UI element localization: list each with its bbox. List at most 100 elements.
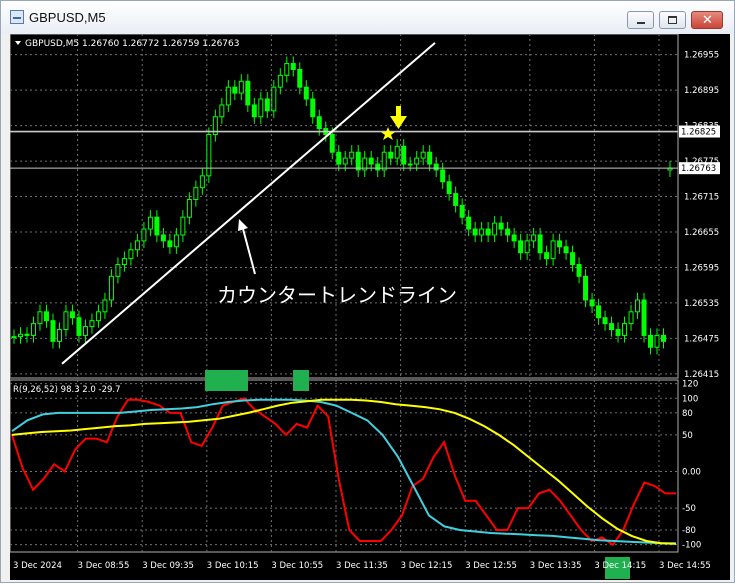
candle-body — [30, 323, 36, 336]
candle-body — [609, 323, 615, 331]
candle — [108, 269, 114, 308]
candle — [63, 304, 69, 337]
candle — [173, 227, 179, 254]
candle — [56, 322, 62, 349]
candle-body — [661, 334, 667, 342]
candle-body — [186, 198, 192, 218]
candle-body — [628, 311, 634, 325]
candle — [102, 292, 108, 319]
candle — [303, 80, 309, 107]
candle-body — [407, 163, 413, 166]
maximize-button[interactable] — [659, 11, 686, 29]
green-marker-block — [205, 370, 248, 391]
price-chart[interactable]: 1.268251.26763 3 Dec 2024 3 Dec 08:55 3 De… — [9, 33, 730, 580]
candle-body — [576, 264, 582, 277]
candle-body — [420, 151, 426, 159]
candles — [11, 56, 673, 355]
candle — [284, 56, 290, 83]
candle — [225, 80, 231, 113]
candle — [219, 97, 225, 124]
indicator-header: R(9,26,52) 98.3 2.0 -29.7 — [13, 385, 121, 395]
main-panel-frame — [9, 33, 679, 379]
candle-body — [63, 311, 69, 331]
candle-body — [121, 258, 127, 266]
candle-body — [446, 181, 452, 195]
candle-body — [264, 98, 270, 112]
time-tick-label: 3 Dec 13:35 — [530, 561, 582, 571]
candle-body — [550, 240, 556, 260]
candle — [160, 227, 166, 248]
candle-body — [401, 145, 407, 165]
candle — [576, 257, 582, 284]
title-bar[interactable]: GBPUSD,M5 ✕ — [1, 1, 734, 34]
candle — [258, 91, 264, 124]
candle — [50, 313, 56, 349]
candle-body — [583, 275, 589, 301]
candle — [128, 242, 134, 266]
candle-body — [544, 252, 550, 260]
candle — [531, 227, 537, 248]
candle — [518, 233, 524, 260]
candle — [388, 145, 394, 166]
close-button[interactable]: ✕ — [691, 11, 723, 29]
candle-body — [238, 80, 244, 94]
candle — [95, 304, 101, 328]
candle — [264, 91, 270, 118]
candle-body — [258, 98, 264, 118]
candle — [37, 304, 43, 331]
time-tick-label: 3 Dec 10:15 — [207, 561, 259, 571]
chart-window: GBPUSD,M5 ✕ 1.26825 1.26763 3 Dec 2024 3 D… — [0, 0, 735, 583]
annotation-arrow-head-icon — [238, 219, 248, 231]
candle-body — [141, 228, 147, 242]
candle-body — [355, 151, 361, 171]
candle-body — [492, 222, 498, 236]
candle — [511, 227, 517, 248]
candle — [30, 316, 36, 343]
indicator-tick-label: 0.00 — [682, 467, 701, 477]
indicator-tick-label: -80 — [682, 526, 696, 536]
candle — [232, 80, 238, 101]
chart-menu-triangle-icon[interactable] — [15, 41, 21, 45]
candle — [667, 161, 673, 178]
candle-body — [589, 299, 595, 307]
candle — [485, 221, 491, 243]
candle — [82, 319, 88, 343]
minimize-button[interactable] — [627, 11, 654, 29]
candle-body — [505, 228, 511, 236]
candle — [420, 145, 426, 166]
annotation-label: カウンタートレンドライン — [217, 283, 457, 307]
candle-body — [37, 311, 43, 325]
candle-body — [154, 216, 160, 236]
annotation-arrow — [241, 224, 256, 275]
candle-body — [433, 163, 439, 171]
candle-body — [173, 234, 179, 248]
candle — [641, 292, 647, 343]
candle-body — [102, 299, 108, 313]
candle-body — [414, 157, 420, 165]
price-tick-label: 1.26775 — [684, 157, 719, 167]
candle-body — [180, 216, 186, 236]
candle-body — [225, 86, 231, 106]
candle-body — [11, 336, 17, 339]
time-tick-label: 3 Dec 14:15 — [594, 561, 646, 571]
candle-body — [251, 104, 257, 118]
candle-body — [570, 252, 576, 266]
maximize-icon — [668, 16, 677, 24]
candle — [167, 233, 173, 254]
price-tick-label: 1.26535 — [684, 299, 719, 309]
signal-star-icon — [381, 127, 395, 140]
candle-body — [427, 151, 433, 165]
candle — [154, 210, 160, 243]
candle — [134, 233, 140, 257]
close-icon: ✕ — [702, 13, 713, 28]
candle — [440, 162, 446, 189]
price-tick-label: 1.26835 — [684, 122, 719, 132]
candle — [381, 145, 387, 178]
window-title: GBPUSD,M5 — [29, 10, 106, 25]
candle-body — [69, 311, 75, 319]
candle-body — [167, 240, 173, 248]
candle — [596, 298, 602, 325]
candle-body — [440, 169, 446, 183]
chart-area[interactable]: 1.26825 1.26763 3 Dec 2024 3 Dec 08:55 3 De… — [9, 33, 730, 580]
candle-body — [134, 240, 140, 251]
